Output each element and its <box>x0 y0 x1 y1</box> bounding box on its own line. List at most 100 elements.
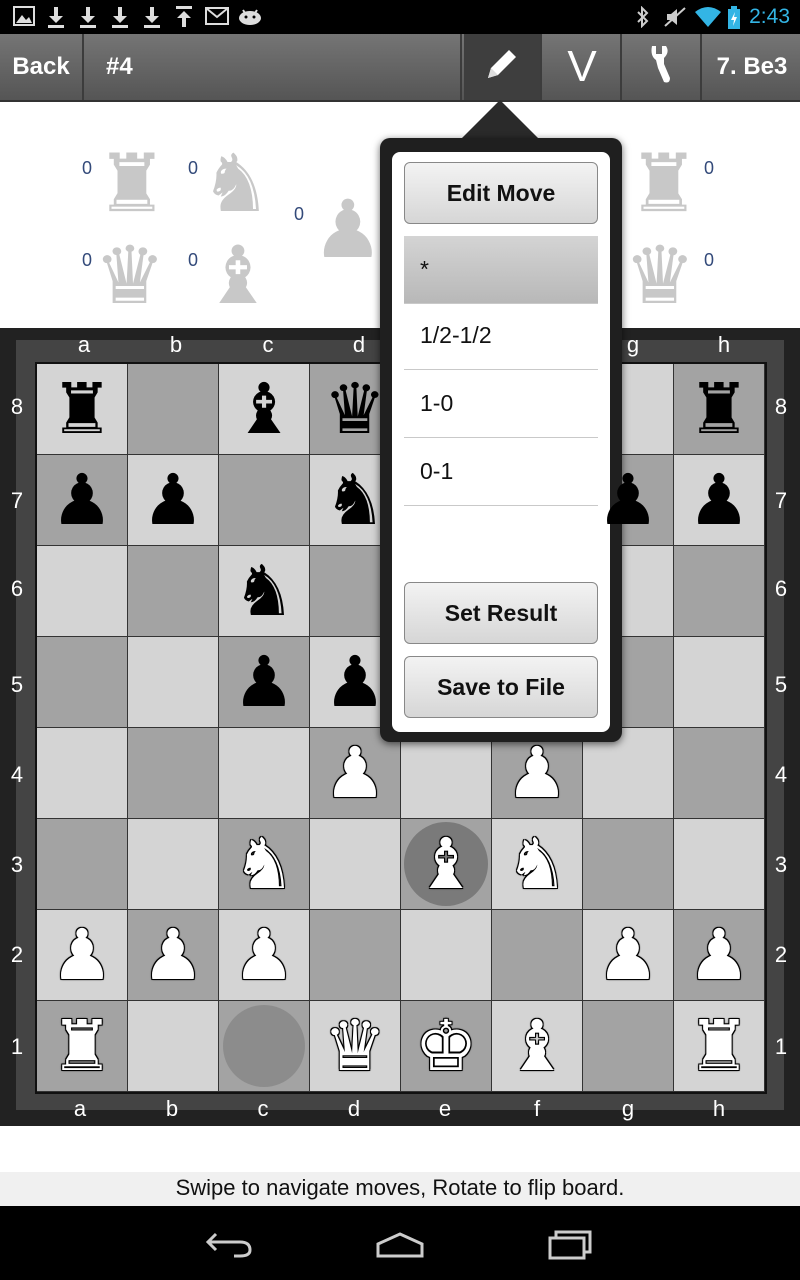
tools-button[interactable] <box>624 34 702 100</box>
square-g2[interactable]: ♟ <box>583 910 674 1001</box>
current-move-button[interactable]: 7. Be3 <box>704 34 800 100</box>
back-icon[interactable] <box>200 1224 260 1264</box>
square-a3[interactable] <box>37 819 128 910</box>
edit-popup-menu: Edit Move * 1/2-1/2 1-0 0-1 Set Result S… <box>380 138 622 742</box>
edit-button[interactable] <box>464 34 542 100</box>
square-b4[interactable] <box>128 728 219 819</box>
variation-button[interactable]: V <box>544 34 622 100</box>
square-h1[interactable]: ♜ <box>674 1001 765 1092</box>
square-b5[interactable] <box>128 637 219 728</box>
square-e1[interactable]: ♚ <box>401 1001 492 1092</box>
square-h5[interactable] <box>674 637 765 728</box>
white-rook-icon[interactable]: ♜ <box>688 1011 751 1081</box>
square-c8[interactable]: ♝ <box>219 364 310 455</box>
square-a1[interactable]: ♜ <box>37 1001 128 1092</box>
save-to-file-button[interactable]: Save to File <box>404 656 598 718</box>
white-pawn-icon[interactable]: ♟ <box>142 920 205 990</box>
edit-move-button[interactable]: Edit Move <box>404 162 598 224</box>
popup-content: Edit Move * 1/2-1/2 1-0 0-1 Set Result S… <box>392 152 610 732</box>
square-g1[interactable] <box>583 1001 674 1092</box>
set-result-button[interactable]: Set Result <box>404 582 598 644</box>
square-c3[interactable]: ♞ <box>219 819 310 910</box>
white-knight-icon[interactable]: ♞ <box>506 829 569 899</box>
square-a6[interactable] <box>37 546 128 637</box>
white-pawn-icon[interactable]: ♟ <box>688 920 751 990</box>
black-queen-icon[interactable]: ♛ <box>324 374 387 444</box>
square-c1[interactable] <box>219 1001 310 1092</box>
white-rook-icon[interactable]: ♜ <box>51 1011 114 1081</box>
result-option[interactable]: * <box>404 236 598 304</box>
square-b3[interactable] <box>128 819 219 910</box>
black-knight-icon[interactable]: ♞ <box>324 465 387 535</box>
game-title: #4 <box>86 34 462 100</box>
square-c4[interactable] <box>219 728 310 819</box>
square-a5[interactable] <box>37 637 128 728</box>
square-h3[interactable] <box>674 819 765 910</box>
square-h4[interactable] <box>674 728 765 819</box>
file-label: g <box>626 332 640 357</box>
square-f1[interactable]: ♝ <box>492 1001 583 1092</box>
black-rook-icon[interactable]: ♜ <box>688 374 751 444</box>
square-f3[interactable]: ♞ <box>492 819 583 910</box>
square-d1[interactable]: ♛ <box>310 1001 401 1092</box>
square-a4[interactable] <box>37 728 128 819</box>
black-knight-icon[interactable]: ♞ <box>233 556 296 626</box>
square-b8[interactable] <box>128 364 219 455</box>
download-icon <box>108 6 132 28</box>
square-b7[interactable]: ♟ <box>128 455 219 546</box>
white-pawn-icon[interactable]: ♟ <box>506 738 569 808</box>
rank-label: 5 <box>10 672 24 697</box>
black-pawn-icon[interactable]: ♟ <box>324 647 387 717</box>
white-knight-icon[interactable]: ♞ <box>233 829 296 899</box>
black-rook-icon[interactable]: ♜ <box>51 374 114 444</box>
rank-label: 1 <box>774 1034 788 1059</box>
square-c2[interactable]: ♟ <box>219 910 310 1001</box>
square-h7[interactable]: ♟ <box>674 455 765 546</box>
back-button[interactable]: Back <box>0 34 84 100</box>
square-d2[interactable] <box>310 910 401 1001</box>
black-pawn-icon[interactable]: ♟ <box>142 465 205 535</box>
square-g7[interactable]: ♟ <box>583 455 674 546</box>
result-option[interactable]: 0-1 <box>404 438 598 506</box>
square-a7[interactable]: ♟ <box>37 455 128 546</box>
black-pawn-icon[interactable]: ♟ <box>51 465 114 535</box>
square-g3[interactable] <box>583 819 674 910</box>
black-pawn-icon[interactable]: ♟ <box>597 465 660 535</box>
black-bishop-icon[interactable]: ♝ <box>233 374 296 444</box>
square-a8[interactable]: ♜ <box>37 364 128 455</box>
black-pawn-icon[interactable]: ♟ <box>688 465 751 535</box>
square-e2[interactable] <box>401 910 492 1001</box>
square-e3[interactable]: ♝ <box>401 819 492 910</box>
rank-label: 8 <box>774 394 788 419</box>
square-b1[interactable] <box>128 1001 219 1092</box>
black-pawn-icon[interactable]: ♟ <box>233 647 296 717</box>
white-king-icon[interactable]: ♚ <box>415 1011 478 1081</box>
white-pawn-icon[interactable]: ♟ <box>233 920 296 990</box>
square-d3[interactable] <box>310 819 401 910</box>
white-bishop-icon[interactable]: ♝ <box>415 829 478 899</box>
result-option[interactable]: 1/2-1/2 <box>404 302 598 370</box>
square-c5[interactable]: ♟ <box>219 637 310 728</box>
square-c6[interactable]: ♞ <box>219 546 310 637</box>
white-queen-icon[interactable]: ♛ <box>324 1011 387 1081</box>
white-bishop-icon[interactable]: ♝ <box>506 1011 569 1081</box>
home-icon[interactable] <box>370 1224 430 1264</box>
square-b2[interactable]: ♟ <box>128 910 219 1001</box>
white-pawn-icon[interactable]: ♟ <box>324 738 387 808</box>
square-c7[interactable] <box>219 455 310 546</box>
square-a2[interactable]: ♟ <box>37 910 128 1001</box>
white-pawn-icon[interactable]: ♟ <box>597 920 660 990</box>
wrench-icon <box>642 42 682 93</box>
white-pawn-icon[interactable]: ♟ <box>51 920 114 990</box>
square-h2[interactable]: ♟ <box>674 910 765 1001</box>
recent-apps-icon[interactable] <box>540 1224 600 1264</box>
square-h8[interactable]: ♜ <box>674 364 765 455</box>
file-label: d <box>347 1096 361 1121</box>
square-f2[interactable] <box>492 910 583 1001</box>
square-b6[interactable] <box>128 546 219 637</box>
captured-bishop-icon: ♝ <box>202 229 274 322</box>
hint-text: Swipe to navigate moves, Rotate to flip … <box>0 1172 800 1206</box>
captured-count: 0 <box>704 158 715 178</box>
square-h6[interactable] <box>674 546 765 637</box>
result-option[interactable]: 1-0 <box>404 370 598 438</box>
